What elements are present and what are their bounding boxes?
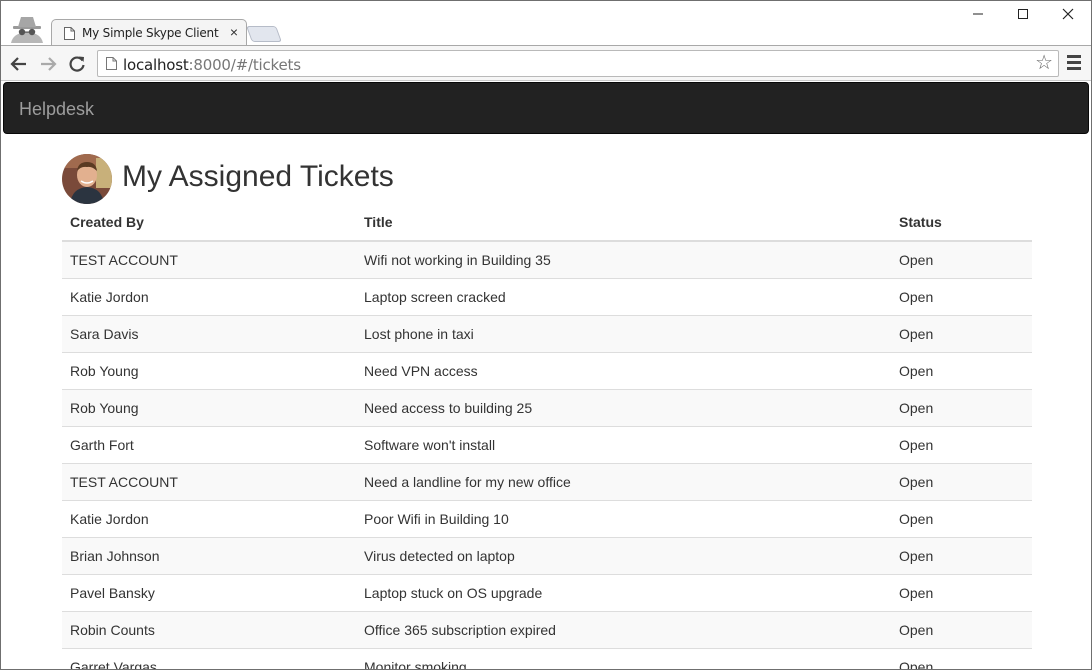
cell-status: Open [891,425,1032,463]
table-row[interactable]: Katie Jordon Poor Wifi in Building 10 Open [62,499,1032,537]
menu-icon[interactable] [1067,55,1081,71]
cell-status: Open [891,314,1032,352]
cell-created-by: Katie Jordon [62,277,356,315]
url-host: localhost [123,56,189,74]
cell-status: Open [891,351,1032,389]
star-icon[interactable]: ☆ [1035,53,1053,73]
reload-icon[interactable] [67,54,87,74]
column-header-created-by: Created By [62,204,356,242]
column-header-title: Title [356,204,891,242]
page-content: Helpdesk My Assigned Tickets Created By … [1,81,1091,669]
cell-status: Open [891,647,1032,669]
cell-status: Open [891,240,1032,278]
browser-window: My Simple Skype Client × localhost:8000/… [0,0,1092,670]
table-row[interactable]: Garth Fort Software won't install Open [62,425,1032,463]
incognito-icon [7,15,47,45]
navbar: Helpdesk [3,82,1089,134]
cell-created-by: Rob Young [62,388,356,426]
close-window-button[interactable] [1053,5,1083,27]
maximize-button[interactable] [1008,5,1038,27]
table-row[interactable]: Rob Young Need access to building 25 Open [62,388,1032,426]
url-text: localhost:8000/#/tickets [123,56,301,74]
page-title: My Assigned Tickets [122,160,394,193]
cell-created-by: Robin Counts [62,610,356,648]
tab-close-icon[interactable]: × [230,24,238,40]
cell-title: Laptop screen cracked [356,277,891,315]
cell-title: Need VPN access [356,351,891,389]
forward-arrow-icon[interactable] [38,54,58,74]
back-arrow-icon[interactable] [9,54,29,74]
cell-status: Open [891,462,1032,500]
table-header-row: Created By Title Status [62,204,1032,242]
table-row[interactable]: Rob Young Need VPN access Open [62,351,1032,389]
cell-title: Need access to building 25 [356,388,891,426]
address-bar[interactable]: localhost:8000/#/tickets ☆ [97,50,1059,77]
cell-title: Laptop stuck on OS upgrade [356,573,891,611]
cell-title: Monitor smoking [356,647,891,669]
cell-status: Open [891,573,1032,611]
cell-created-by: Rob Young [62,351,356,389]
page-icon [106,57,117,70]
table-row[interactable]: Robin Counts Office 365 subscription expi… [62,610,1032,648]
column-header-status: Status [891,204,1032,242]
cell-status: Open [891,388,1032,426]
table-row[interactable]: Katie Jordon Laptop screen cracked Open [62,277,1032,315]
cell-title: Wifi not working in Building 35 [356,240,891,278]
new-tab-button[interactable] [246,26,282,42]
cell-created-by: Pavel Bansky [62,573,356,611]
cell-created-by: Brian Johnson [62,536,356,574]
cell-created-by: Garret Vargas [62,647,356,669]
table-row[interactable]: TEST ACCOUNT Wifi not working in Building… [62,240,1032,278]
cell-created-by: Garth Fort [62,425,356,463]
table-row[interactable]: Garret Vargas Monitor smoking Open [62,647,1032,669]
navbar-brand[interactable]: Helpdesk [19,99,94,120]
tab-strip: My Simple Skype Client × [1,1,1091,46]
cell-status: Open [891,277,1032,315]
tickets-table: Created By Title Status TEST ACCOUNT Wifi… [62,204,1032,669]
cell-title: Lost phone in taxi [356,314,891,352]
table-row[interactable]: TEST ACCOUNT Need a landline for my new o… [62,462,1032,500]
avatar [62,154,112,204]
cell-title: Software won't install [356,425,891,463]
page-icon [64,27,75,40]
tab-title: My Simple Skype Client [82,26,219,40]
cell-title: Need a landline for my new office [356,462,891,500]
tab-active[interactable]: My Simple Skype Client × [51,19,247,46]
cell-status: Open [891,536,1032,574]
cell-title: Poor Wifi in Building 10 [356,499,891,537]
table-row[interactable]: Sara Davis Lost phone in taxi Open [62,314,1032,352]
browser-toolbar: localhost:8000/#/tickets ☆ [1,45,1091,81]
table-row[interactable]: Pavel Bansky Laptop stuck on OS upgrade Op… [62,573,1032,611]
cell-created-by: Katie Jordon [62,499,356,537]
cell-title: Virus detected on laptop [356,536,891,574]
minimize-button[interactable] [963,5,993,27]
url-path: :8000/#/tickets [188,56,301,74]
cell-created-by: TEST ACCOUNT [62,240,356,278]
cell-created-by: TEST ACCOUNT [62,462,356,500]
cell-title: Office 365 subscription expired [356,610,891,648]
cell-status: Open [891,499,1032,537]
cell-status: Open [891,610,1032,648]
cell-created-by: Sara Davis [62,314,356,352]
table-row[interactable]: Brian Johnson Virus detected on laptop Ope… [62,536,1032,574]
